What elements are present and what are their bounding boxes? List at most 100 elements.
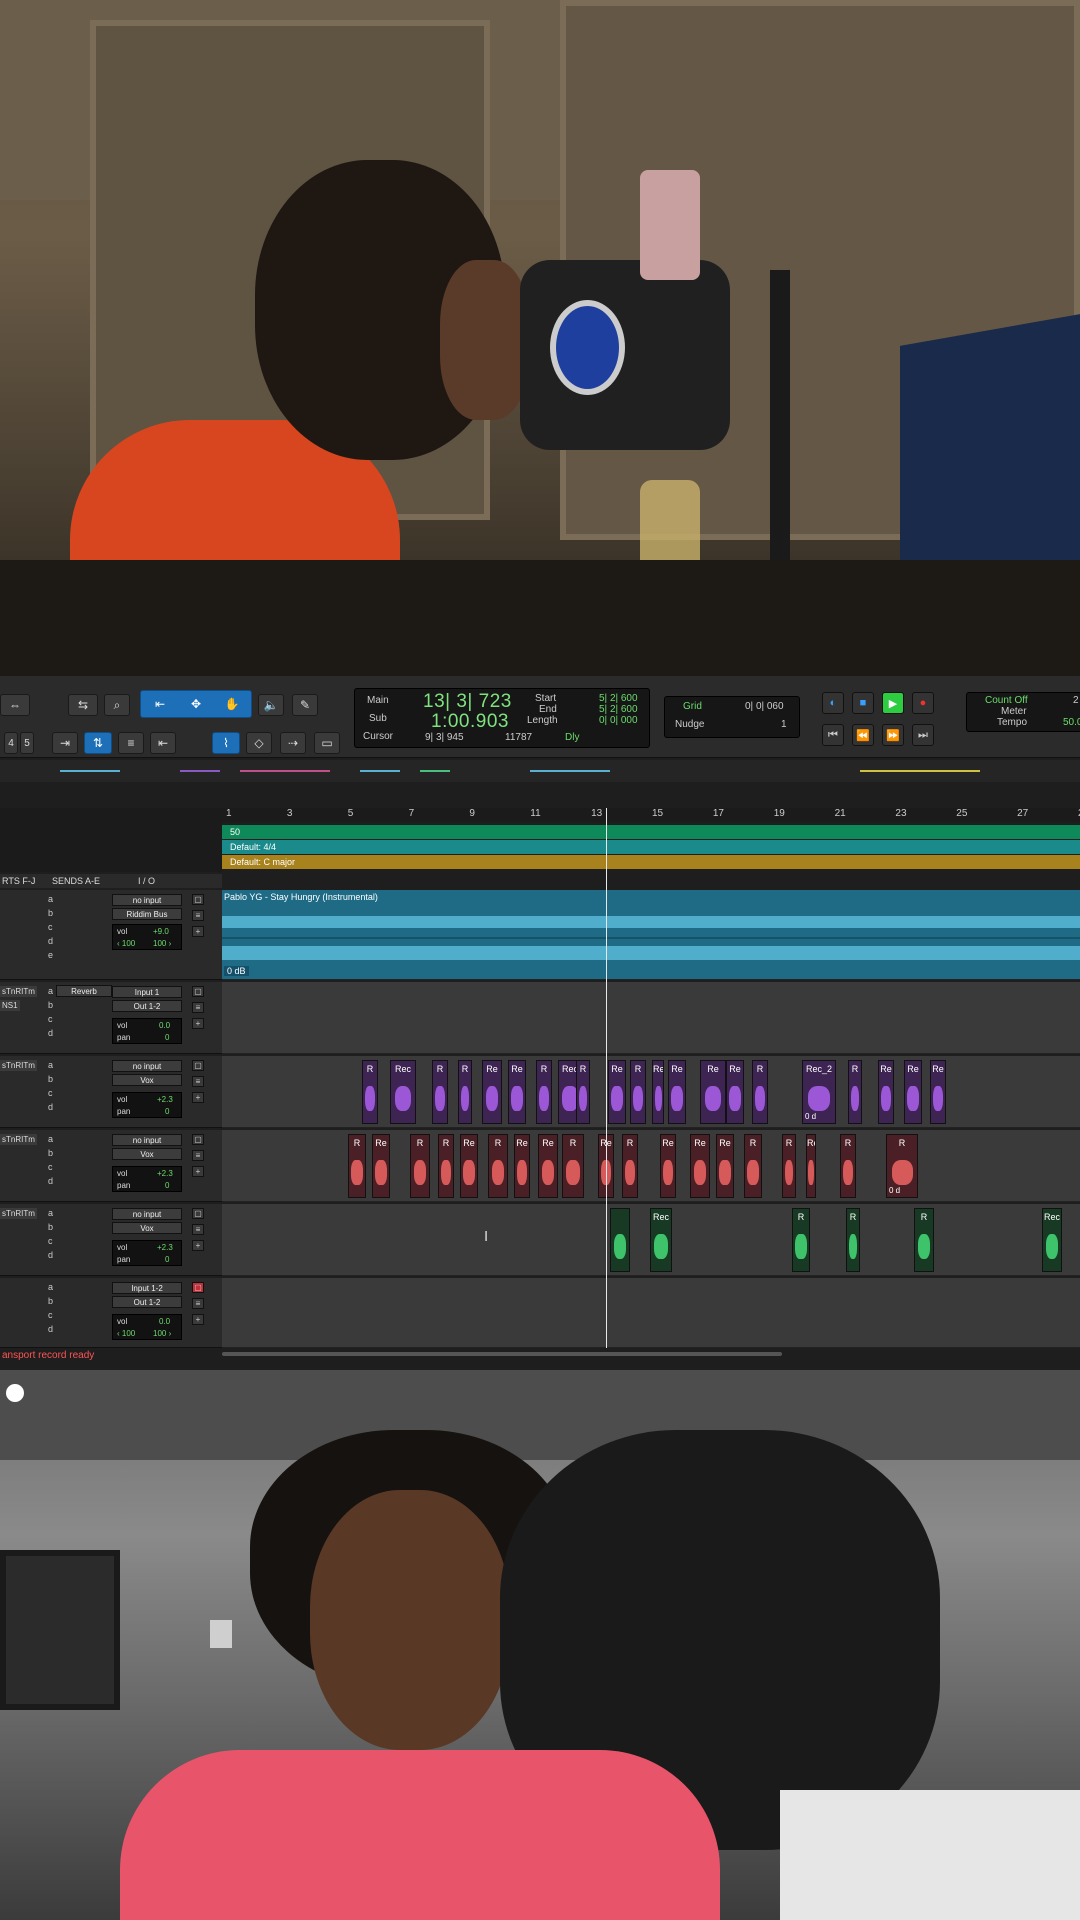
track-comments-icon[interactable]: ≡ [192, 910, 204, 921]
audio-clip[interactable]: Re [716, 1134, 734, 1198]
audio-clip[interactable]: Re [690, 1134, 710, 1198]
fast-forward-button[interactable]: ⏩ [882, 724, 904, 746]
audio-clip[interactable]: R [752, 1060, 768, 1124]
hand-tool-icon[interactable]: ✋ [214, 697, 250, 711]
grid-mode-button[interactable]: ⇤ [150, 732, 176, 754]
track-lane-3[interactable]: RReRRReRReReRReRReReReRRRec_3RR0 d [222, 1130, 1080, 1202]
insert-slot[interactable]: sTnRITm [0, 1208, 37, 1219]
send-slot-d[interactable]: d [48, 1250, 53, 1260]
audio-clip[interactable]: Re [668, 1060, 686, 1124]
audio-clip[interactable]: Re [460, 1134, 478, 1198]
send-slot-a[interactable]: a [48, 894, 53, 904]
send-slot-d[interactable]: d [48, 1028, 53, 1038]
zoom-horizontal-button[interactable]: ⇆ [68, 694, 98, 716]
volume-pan-display[interactable]: vol 0.0 pan 0 [112, 1018, 182, 1044]
pan-value[interactable]: 0 [165, 1033, 169, 1042]
insert-slot[interactable]: sTnRITm [0, 1134, 37, 1145]
audio-clip[interactable]: R [840, 1134, 856, 1198]
shuffle-mode-button[interactable]: ⇥ [52, 732, 78, 754]
audio-clip[interactable]: Rec_2 0 d [802, 1060, 836, 1124]
audio-clip[interactable]: Re [878, 1060, 894, 1124]
speaker-tool-button[interactable]: 🔈 [258, 694, 284, 716]
loop-button[interactable]: ◐ [822, 692, 844, 714]
audio-clip[interactable]: Re [608, 1060, 626, 1124]
edit-tools-group[interactable]: ⇤ ✥ ✋ [140, 690, 252, 718]
grabber-tool-icon[interactable]: ✥ [178, 697, 214, 711]
tempo-ruler[interactable]: 50 [222, 825, 1080, 839]
track-comments-icon[interactable]: ≡ [192, 1224, 204, 1235]
add-icon[interactable]: + [192, 1240, 204, 1251]
nudge-label[interactable]: Nudge [675, 719, 704, 730]
output-selector[interactable]: Vox [112, 1222, 182, 1234]
track-comments-icon[interactable]: ≡ [192, 1076, 204, 1087]
track-comments-icon[interactable]: ≡ [192, 1002, 204, 1013]
send-reverb[interactable]: Reverb [56, 985, 112, 997]
audio-clip[interactable]: R [488, 1134, 508, 1198]
add-icon[interactable]: + [192, 1314, 204, 1325]
meter-ruler[interactable]: Default: 4/4 [222, 840, 1080, 854]
play-button[interactable]: ▶ [882, 692, 904, 714]
audio-clip[interactable]: R [630, 1060, 646, 1124]
audio-clip[interactable]: Rec [390, 1060, 416, 1124]
record-arm-icon[interactable]: ▢ [192, 1282, 204, 1293]
track-output-icon[interactable]: ▢ [192, 894, 204, 905]
add-icon[interactable]: + [192, 1166, 204, 1177]
volume-pan-display[interactable]: vol +2.3 pan 0 [112, 1166, 182, 1192]
send-slot-b[interactable]: b [48, 1074, 53, 1084]
keyboard-focus-button[interactable]: ▭ [314, 732, 340, 754]
key-ruler[interactable]: Default: C major [222, 855, 1080, 869]
slip-mode-button[interactable]: ⇅ [84, 732, 112, 754]
view-button-5[interactable]: 5 [20, 732, 34, 754]
audio-clip[interactable]: Rec [1042, 1208, 1062, 1272]
meter-marker[interactable]: Default: 4/4 [230, 842, 276, 852]
track-output-icon[interactable]: ▢ [192, 1208, 204, 1219]
send-slot-c[interactable]: c [48, 1162, 53, 1172]
track-lane-4[interactable]: Ⅰ Rec R R R Rec [222, 1204, 1080, 1276]
audio-clip[interactable]: R [458, 1060, 472, 1124]
audio-clip[interactable]: R [744, 1134, 762, 1198]
volume-pan-display[interactable]: vol +9.0 ‹ 100 100 › [112, 924, 182, 950]
nudge-value[interactable]: 1 [781, 719, 787, 730]
tab-to-transient-button[interactable]: ◇ [246, 732, 272, 754]
add-icon[interactable]: + [192, 926, 204, 937]
send-slot-a[interactable]: a [48, 1134, 53, 1144]
add-icon[interactable]: + [192, 1092, 204, 1103]
send-slot-b[interactable]: b [48, 1296, 53, 1306]
send-slot-c[interactable]: c [48, 1014, 53, 1024]
input-selector[interactable]: no input [112, 1208, 182, 1220]
send-slot-d[interactable]: d [48, 1324, 53, 1334]
audio-clip[interactable]: Re [652, 1060, 664, 1124]
grid-value[interactable]: 0| 0| 060 [745, 701, 784, 712]
send-slot-c[interactable]: c [48, 922, 53, 932]
link-button[interactable]: ⌇ [212, 732, 240, 754]
audio-clip[interactable]: Re [372, 1134, 390, 1198]
session-overview[interactable] [0, 760, 1080, 782]
track-lane-1[interactable] [222, 982, 1080, 1054]
audio-clip[interactable]: R [432, 1060, 448, 1124]
input-selector[interactable]: no input [112, 1060, 182, 1072]
insert-slot[interactable]: sTnRITm [0, 1060, 37, 1071]
pan-right-value[interactable]: 100 › [153, 1329, 171, 1338]
tempo-marker[interactable]: 50 [230, 827, 240, 837]
audio-clip[interactable]: Re [726, 1060, 744, 1124]
audio-clip[interactable]: R [576, 1060, 590, 1124]
insert-slot-2[interactable]: NS1 [0, 1000, 20, 1011]
audio-clip[interactable]: R [410, 1134, 430, 1198]
track-output-icon[interactable]: ▢ [192, 986, 204, 997]
track-output-icon[interactable]: ▢ [192, 1060, 204, 1071]
send-slot-d[interactable]: d [48, 936, 53, 946]
send-slot-a[interactable]: a [48, 986, 53, 996]
grid-nudge-box[interactable]: Grid 0| 0| 060 Nudge 1 [664, 696, 800, 738]
volume-value[interactable]: +2.3 [157, 1243, 173, 1252]
clip-gain[interactable]: 0 dB [224, 966, 249, 976]
output-selector[interactable]: Out 1-2 [112, 1296, 182, 1308]
send-slot-b[interactable]: b [48, 1148, 53, 1158]
track-header-5[interactable]: a b c d Input 1-2 Out 1-2 vol 0.0 ‹ 100 … [0, 1278, 222, 1348]
audio-clip[interactable]: Rec_3 [806, 1134, 816, 1198]
audio-clip[interactable]: Re [660, 1134, 676, 1198]
input-selector[interactable]: Input 1-2 [112, 1282, 182, 1294]
track-comments-icon[interactable]: ≡ [192, 1298, 204, 1309]
send-slot-b[interactable]: b [48, 1000, 53, 1010]
tempo-meter-box[interactable]: Count Off Meter Tempo 2 50.0 [966, 692, 1080, 732]
audio-clip[interactable]: R [536, 1060, 552, 1124]
